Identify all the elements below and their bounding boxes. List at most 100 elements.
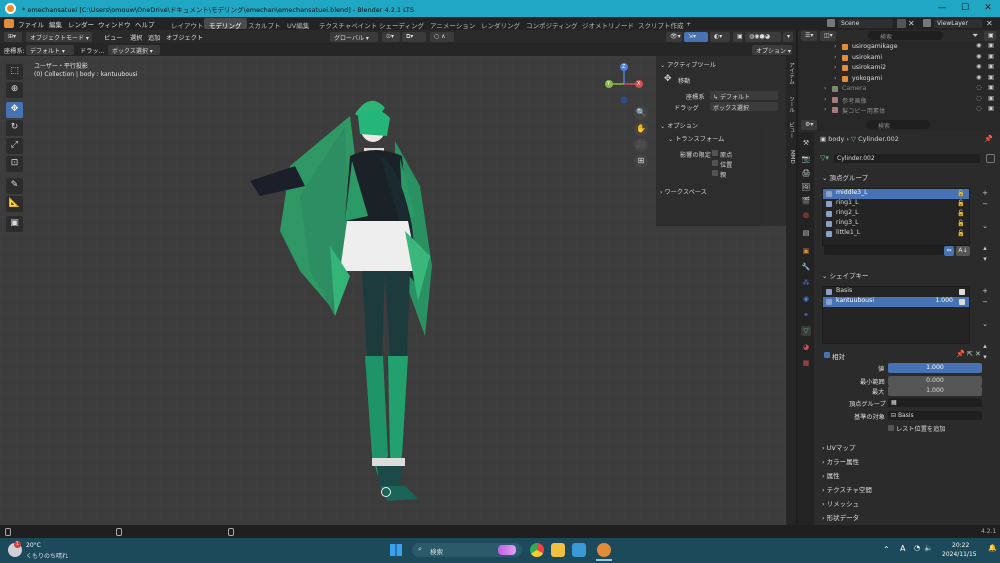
- xray-toggle-icon[interactable]: ▣: [733, 32, 743, 42]
- scene-selector[interactable]: Scene: [838, 19, 893, 28]
- gizmo-toggle-icon[interactable]: ⇲▾: [684, 32, 708, 42]
- tab-texture-paint[interactable]: テクスチャペイント: [314, 18, 382, 30]
- visibility-eye-icon[interactable]: ◌: [976, 84, 981, 91]
- origins-checkbox[interactable]: [712, 150, 718, 156]
- minimize-button[interactable]: —: [935, 2, 949, 15]
- render-tab-icon[interactable]: 📷: [801, 154, 811, 164]
- active-tool-header[interactable]: ⌄ アクティブツール: [660, 60, 716, 69]
- collapsed-section-header[interactable]: › テクスチャ空間: [822, 484, 872, 494]
- menu-add[interactable]: 追加: [148, 33, 160, 42]
- ime-indicator[interactable]: A: [900, 544, 905, 553]
- expand-chevron-icon[interactable]: ›: [834, 43, 836, 50]
- filter-icon[interactable]: ⏷: [972, 31, 978, 41]
- outliner-row[interactable]: › 髪コピー用素体 ◌ ▣: [798, 105, 1000, 115]
- render-toggle-icon[interactable]: ▣: [988, 63, 994, 70]
- select-box-tool-icon[interactable]: ⬚: [6, 64, 23, 80]
- scale-tool-icon[interactable]: ⤢: [6, 138, 23, 154]
- lock-icon[interactable]: 🔓: [957, 189, 965, 197]
- vertex-group-row[interactable]: middle3_L 🔓: [823, 189, 969, 199]
- properties-search-input[interactable]: 検索: [866, 120, 930, 130]
- blender-taskbar-icon[interactable]: [597, 543, 611, 557]
- viewlayer-selector[interactable]: ViewLayer: [934, 19, 982, 28]
- cursor-tool-icon[interactable]: ⊕: [6, 82, 23, 98]
- mesh-data-tab-icon[interactable]: ▽: [801, 326, 811, 336]
- outliner-row[interactable]: › 参考画像 ◌ ▣: [798, 95, 1000, 105]
- physics-tab-icon[interactable]: ◉: [801, 294, 811, 304]
- close-button[interactable]: ✕: [981, 2, 995, 15]
- tab-geometry-nodes[interactable]: ジオメトリノード: [577, 18, 639, 30]
- modifier-tab-icon[interactable]: 🔧: [801, 262, 811, 272]
- visibility-eye-icon[interactable]: ◉: [976, 74, 981, 81]
- properties-editor-icon[interactable]: ⚙▾: [801, 120, 817, 130]
- collapsed-section-header[interactable]: › 属性: [822, 470, 840, 480]
- copilot-icon[interactable]: [498, 545, 516, 555]
- tab-compositing[interactable]: コンポジティング: [521, 18, 583, 30]
- pan-hand-icon[interactable]: ✋: [634, 122, 648, 136]
- vertex-group-row[interactable]: ring3_L 🔓: [823, 219, 969, 229]
- collapsed-section-header[interactable]: › 形状データ: [822, 512, 859, 522]
- vertex-group-sort-icon[interactable]: ⇔: [944, 246, 954, 256]
- max-field[interactable]: 1.000: [888, 386, 982, 396]
- taskbar-search-input[interactable]: ⌕ 検索: [412, 543, 522, 557]
- expand-chevron-icon[interactable]: ›: [824, 85, 826, 92]
- viewlayer-close-icon[interactable]: ✕: [986, 19, 995, 28]
- new-collection-icon[interactable]: ▣: [984, 31, 996, 41]
- visibility-eye-icon[interactable]: ◉: [976, 63, 981, 70]
- constraints-tab-icon[interactable]: ⚭: [801, 310, 811, 320]
- shape-key-row[interactable]: Basis: [823, 287, 969, 297]
- collapsed-section-header[interactable]: › UVマップ: [822, 442, 855, 452]
- tab-sculpt[interactable]: スカルプト: [243, 18, 286, 30]
- blender-menu-icon[interactable]: [4, 19, 14, 28]
- shape-key-side-buttons[interactable]: + − ⌄ ▴ ▾: [980, 286, 990, 363]
- render-toggle-icon[interactable]: ▣: [988, 42, 994, 49]
- render-toggle-icon[interactable]: ▣: [988, 53, 994, 60]
- tool-tab-icon[interactable]: ⚒: [801, 138, 811, 148]
- outliner-row[interactable]: › yokogami ◉ ▣: [798, 74, 1000, 84]
- collapsed-section-header[interactable]: › カラー属性: [822, 456, 859, 466]
- transform-tool-icon[interactable]: ⊡: [6, 156, 23, 172]
- lock-icon[interactable]: 🔓: [957, 199, 965, 207]
- options-dropdown[interactable]: オプション ▾: [752, 45, 792, 55]
- menu-view[interactable]: ビュー: [104, 33, 123, 42]
- snap-icon[interactable]: ⧉▾: [402, 32, 426, 42]
- measure-tool-icon[interactable]: 📐: [6, 196, 23, 212]
- render-toggle-icon[interactable]: ▣: [988, 105, 994, 112]
- tab-uv-editing[interactable]: UV編集: [282, 18, 314, 30]
- pivot-icon[interactable]: ⊙▾: [382, 32, 400, 42]
- locations-checkbox[interactable]: [712, 160, 718, 166]
- workspace-header[interactable]: › ワークスペース: [660, 187, 707, 196]
- lock-icon[interactable]: 🔓: [957, 209, 965, 217]
- vertex-group-row[interactable]: ring1_L 🔓: [823, 199, 969, 209]
- shape-key-lock-icons[interactable]: 📌 ⇱ ✕: [956, 350, 981, 358]
- coord-system-selector[interactable]: デフォルト ▾: [26, 45, 74, 55]
- overlay-toggle-icon[interactable]: ◐▾: [710, 32, 730, 42]
- outliner-row[interactable]: › usirokami2 ◉ ▣: [798, 63, 1000, 73]
- expand-chevron-icon[interactable]: ›: [834, 75, 836, 82]
- expand-chevron-icon[interactable]: ›: [834, 54, 836, 61]
- expand-chevron-icon[interactable]: ›: [834, 64, 836, 71]
- outliner-row[interactable]: › Camera ◌ ▣: [798, 84, 1000, 94]
- vertex-group-order-icon[interactable]: A↓: [956, 246, 970, 256]
- outliner-editor-icon[interactable]: ☰▾: [801, 31, 817, 41]
- tab-tool[interactable]: ツール: [787, 96, 795, 113]
- range-min-field[interactable]: 0.000: [888, 376, 982, 386]
- vertex-group-side-buttons[interactable]: + − ⌄ ▴ ▾: [980, 188, 990, 265]
- shape-key-value-slider[interactable]: 1.000: [888, 363, 982, 373]
- vgroup-field[interactable]: ▦: [888, 398, 982, 407]
- view-layer-tab-icon[interactable]: 🖼: [801, 182, 811, 192]
- tab-rendering[interactable]: レンダリング: [476, 18, 525, 30]
- menu-render[interactable]: レンダー: [68, 19, 94, 29]
- drag-selector[interactable]: ボックス選択 ▾: [108, 45, 160, 55]
- rest-position-checkbox[interactable]: [888, 425, 894, 431]
- tab-layout[interactable]: レイアウト: [166, 18, 209, 30]
- menu-edit[interactable]: 編集: [49, 19, 62, 29]
- file-explorer-icon[interactable]: [551, 543, 565, 557]
- mesh-name-field[interactable]: Cylinder.002: [834, 154, 980, 163]
- add-workspace-button[interactable]: +: [681, 18, 696, 29]
- object-tab-icon[interactable]: ▣: [801, 246, 811, 256]
- particles-tab-icon[interactable]: ⁂: [801, 278, 811, 288]
- proportional-edit-icon[interactable]: ○ ∧: [430, 32, 454, 42]
- tab-animation[interactable]: アニメーション: [425, 18, 480, 30]
- npanel-coord-selector[interactable]: ↳ デフォルト: [710, 91, 778, 101]
- visibility-icon[interactable]: 👁▾: [666, 32, 682, 42]
